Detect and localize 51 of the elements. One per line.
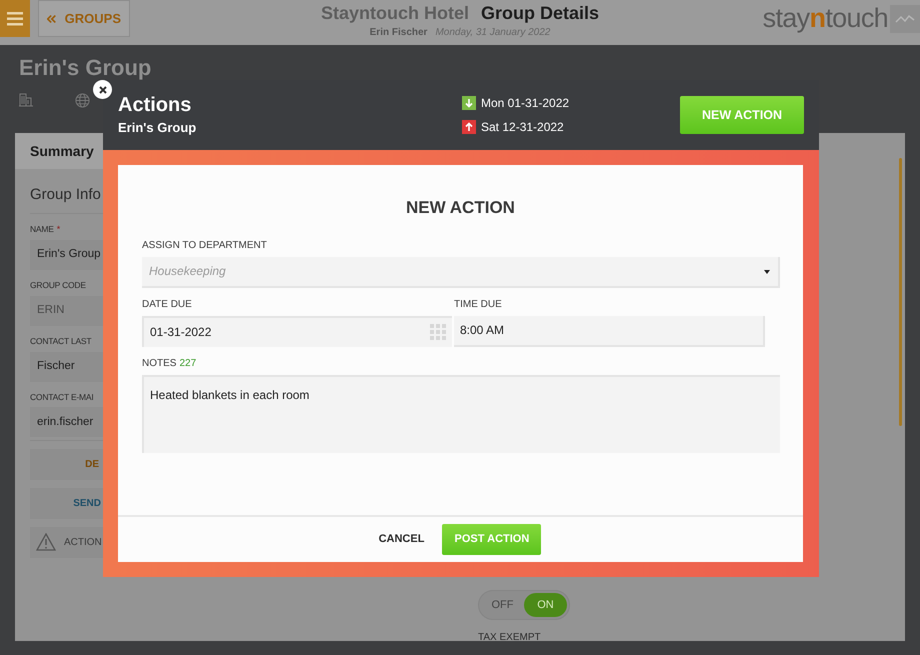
field-label: NAME: [30, 222, 54, 236]
arrow-down-icon: [462, 96, 476, 110]
field-label: DATE DUE: [142, 298, 193, 312]
character-count: 227: [179, 356, 196, 370]
toggle-switch[interactable]: OFF ON: [478, 590, 570, 620]
required-mark: *: [56, 222, 60, 236]
dialog-title: Actions: [118, 92, 192, 118]
form-heading: NEW ACTION: [405, 197, 516, 219]
wave-icon: [895, 14, 915, 24]
departure-date: Sat 12-31-2022: [481, 119, 564, 136]
time-field[interactable]: 8:00 AM: [454, 316, 765, 346]
caret-icon: [764, 270, 770, 274]
field-label: ASSIGN TO DEPARTMENT: [142, 238, 268, 252]
field-label: TIME DUE: [454, 298, 503, 312]
calendar-grid-icon: [430, 324, 446, 340]
hotel-name: Stayntouch Hotel: [320, 4, 469, 22]
group-title: Erin's Group: [19, 57, 152, 79]
field-label: GROUP CODE: [30, 279, 86, 292]
toggle-on: ON: [524, 593, 567, 617]
alert-button[interactable]: ACTION: [30, 527, 103, 558]
building-icon: [19, 93, 33, 107]
tax-exempt-label: TAX EXEMPT: [478, 631, 541, 645]
secondary-button[interactable]: SEND: [30, 488, 103, 520]
field-label: CONTACT E-MAI: [30, 390, 94, 404]
arrival-date: Mon 01-31-2022: [481, 95, 570, 112]
logo: stayntouch: [762, 5, 888, 32]
field-label: NOTES: [142, 356, 176, 370]
double-chevron-icon: [47, 12, 57, 24]
page-title: Group Details: [480, 4, 600, 22]
cancel-button[interactable]: CANCEL: [378, 531, 426, 548]
menu-button[interactable]: [0, 0, 30, 37]
date-field[interactable]: 01-31-2022: [142, 316, 452, 346]
date-value: 01-31-2022: [150, 324, 212, 341]
field-label: CONTACT LAST: [30, 334, 92, 348]
dialog-subtitle: Erin's Group: [118, 118, 198, 137]
user-name: Erin Fischer: [370, 26, 428, 40]
close-icon: [98, 86, 106, 94]
close-button[interactable]: [93, 80, 112, 99]
menu-icon: [7, 12, 23, 26]
text-field[interactable]: Fischer: [30, 352, 103, 382]
department-select[interactable]: Housekeeping: [142, 256, 780, 288]
warning-icon: [36, 533, 56, 552]
activity-button[interactable]: [890, 4, 920, 32]
arrow-up-icon: [462, 120, 476, 134]
text-field[interactable]: Erin's Group: [30, 240, 103, 270]
globe-icon: [75, 93, 90, 108]
notes-field[interactable]: Heated blankets in each room: [142, 374, 780, 452]
section-heading: Group Info: [30, 185, 102, 205]
toggle-off: OFF: [490, 598, 514, 613]
tab[interactable]: Summary: [15, 133, 103, 169]
text-field[interactable]: erin.fischer: [30, 407, 103, 438]
